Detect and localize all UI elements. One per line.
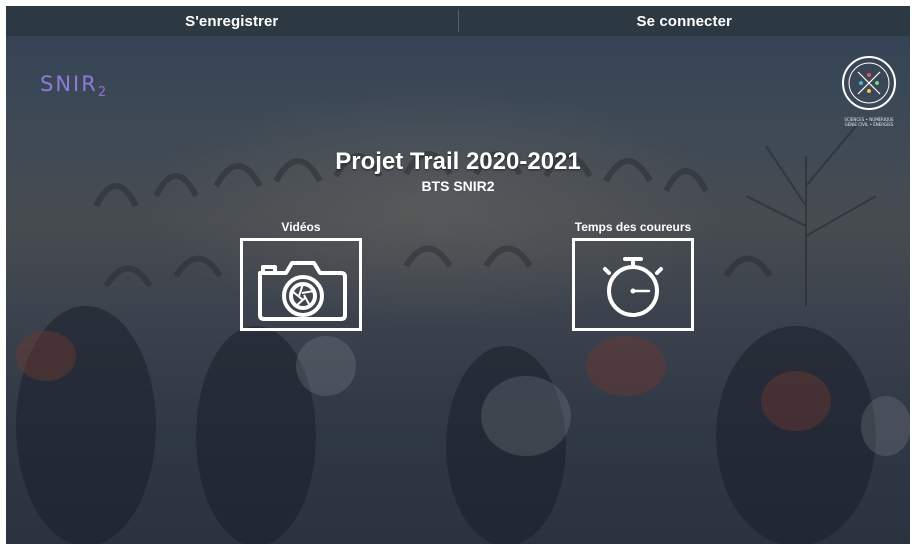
- runner-times-tile[interactable]: [572, 238, 694, 331]
- page-subtitle: BTS SNIR2: [421, 178, 495, 194]
- snir-logo: SNIR2: [40, 72, 108, 100]
- lycee-caption-2: GÉNIE CIVIL • ÉNERGIES: [844, 122, 894, 127]
- lycee-logo: SCIENCES • NUMÉRIQUE GÉNIE CIVIL • ÉNERG…: [838, 54, 900, 134]
- snir-logo-text: SNIR: [40, 72, 98, 96]
- background-overlay: [6, 6, 910, 544]
- videos-tile[interactable]: [240, 238, 362, 331]
- runner-times-label: Temps des coureurs: [574, 220, 692, 234]
- page-title: Projet Trail 2020-2021: [335, 148, 581, 175]
- page-frame: S'enregistrer Se connecter SNIR2 SCIENCE…: [6, 6, 910, 544]
- lycee-emblem-icon: [842, 56, 896, 110]
- login-link[interactable]: Se connecter: [459, 6, 911, 36]
- stopwatch-icon: [603, 257, 663, 317]
- register-link[interactable]: S'enregistrer: [6, 6, 458, 36]
- top-navigation: S'enregistrer Se connecter: [6, 6, 910, 36]
- camera-icon: [258, 261, 347, 321]
- videos-label: Vidéos: [281, 220, 321, 234]
- snir-logo-sub: 2: [97, 85, 109, 101]
